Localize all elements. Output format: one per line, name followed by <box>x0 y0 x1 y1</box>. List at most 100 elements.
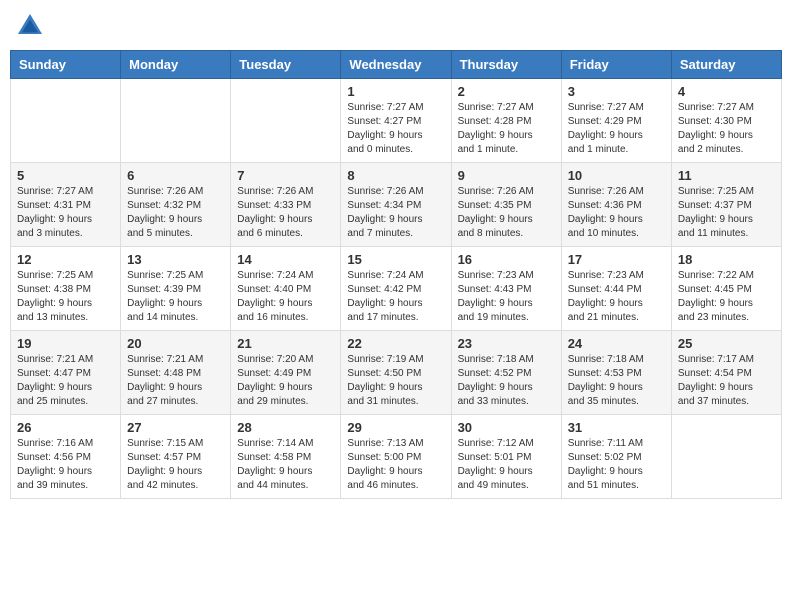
calendar-cell: 1Sunrise: 7:27 AM Sunset: 4:27 PM Daylig… <box>341 79 451 163</box>
day-number: 18 <box>678 252 775 267</box>
day-number: 27 <box>127 420 224 435</box>
day-number: 4 <box>678 84 775 99</box>
day-number: 10 <box>568 168 665 183</box>
weekday-header-wednesday: Wednesday <box>341 51 451 79</box>
calendar-cell: 31 Sunrise: 7:11 AM Sunset: 5:02 PM Dayli… <box>561 415 671 499</box>
logo <box>14 10 50 42</box>
day-number: 12 <box>17 252 114 267</box>
calendar-week-1: 1Sunrise: 7:27 AM Sunset: 4:27 PM Daylig… <box>11 79 782 163</box>
day-info: Sunrise: 7:27 AM Sunset: 4:29 PM Dayligh… <box>568 101 665 157</box>
day-info: Sunrise: 7:24 AM Sunset: 4:40 PM Dayligh… <box>237 269 334 325</box>
day-info: Sunrise: 7:26 AM Sunset: 4:36 PM Dayligh… <box>568 185 665 241</box>
day-number: 17 <box>568 252 665 267</box>
day-info: Sunrise: 7:26 AM Sunset: 4:34 PM Dayligh… <box>347 185 444 241</box>
day-number: 24 <box>568 336 665 351</box>
calendar-week-2: 5 Sunrise: 7:27 AM Sunset: 4:31 PM Daylig… <box>11 163 782 247</box>
calendar-cell: 25 Sunrise: 7:17 AM Sunset: 4:54 PM Dayli… <box>671 331 781 415</box>
calendar-cell: 8Sunrise: 7:26 AM Sunset: 4:34 PM Daylig… <box>341 163 451 247</box>
calendar-cell: 18 Sunrise: 7:22 AM Sunset: 4:45 PM Dayli… <box>671 247 781 331</box>
calendar-cell: 26Sunrise: 7:16 AM Sunset: 4:56 PM Dayli… <box>11 415 121 499</box>
day-number: 19 <box>17 336 114 351</box>
calendar-cell: 13 Sunrise: 7:25 AM Sunset: 4:39 PM Dayli… <box>121 247 231 331</box>
day-info: Sunrise: 7:17 AM Sunset: 4:54 PM Dayligh… <box>678 353 775 409</box>
day-info: Sunrise: 7:27 AM Sunset: 4:27 PM Dayligh… <box>347 101 444 157</box>
day-number: 30 <box>458 420 555 435</box>
day-info: Sunrise: 7:14 AM Sunset: 4:58 PM Dayligh… <box>237 437 334 493</box>
day-number: 7 <box>237 168 334 183</box>
day-number: 5 <box>17 168 114 183</box>
day-info: Sunrise: 7:25 AM Sunset: 4:39 PM Dayligh… <box>127 269 224 325</box>
weekday-header-row: SundayMondayTuesdayWednesdayThursdayFrid… <box>11 51 782 79</box>
calendar-cell: 24 Sunrise: 7:18 AM Sunset: 4:53 PM Dayli… <box>561 331 671 415</box>
day-number: 29 <box>347 420 444 435</box>
day-info: Sunrise: 7:27 AM Sunset: 4:31 PM Dayligh… <box>17 185 114 241</box>
day-number: 20 <box>127 336 224 351</box>
day-number: 14 <box>237 252 334 267</box>
weekday-header-saturday: Saturday <box>671 51 781 79</box>
calendar-cell: 15 Sunrise: 7:24 AM Sunset: 4:42 PM Dayli… <box>341 247 451 331</box>
calendar-cell: 10 Sunrise: 7:26 AM Sunset: 4:36 PM Dayli… <box>561 163 671 247</box>
day-info: Sunrise: 7:23 AM Sunset: 4:43 PM Dayligh… <box>458 269 555 325</box>
day-number: 25 <box>678 336 775 351</box>
day-info: Sunrise: 7:18 AM Sunset: 4:52 PM Dayligh… <box>458 353 555 409</box>
day-info: Sunrise: 7:27 AM Sunset: 4:30 PM Dayligh… <box>678 101 775 157</box>
calendar-cell: 11 Sunrise: 7:25 AM Sunset: 4:37 PM Dayli… <box>671 163 781 247</box>
day-info: Sunrise: 7:26 AM Sunset: 4:35 PM Dayligh… <box>458 185 555 241</box>
day-info: Sunrise: 7:19 AM Sunset: 4:50 PM Dayligh… <box>347 353 444 409</box>
calendar-cell: 5 Sunrise: 7:27 AM Sunset: 4:31 PM Daylig… <box>11 163 121 247</box>
day-info: Sunrise: 7:25 AM Sunset: 4:37 PM Dayligh… <box>678 185 775 241</box>
calendar-cell <box>121 79 231 163</box>
day-number: 23 <box>458 336 555 351</box>
day-number: 2 <box>458 84 555 99</box>
day-info: Sunrise: 7:27 AM Sunset: 4:28 PM Dayligh… <box>458 101 555 157</box>
day-info: Sunrise: 7:24 AM Sunset: 4:42 PM Dayligh… <box>347 269 444 325</box>
calendar-cell: 14 Sunrise: 7:24 AM Sunset: 4:40 PM Dayli… <box>231 247 341 331</box>
calendar-cell <box>11 79 121 163</box>
day-info: Sunrise: 7:22 AM Sunset: 4:45 PM Dayligh… <box>678 269 775 325</box>
day-info: Sunrise: 7:20 AM Sunset: 4:49 PM Dayligh… <box>237 353 334 409</box>
day-number: 16 <box>458 252 555 267</box>
calendar-cell: 23 Sunrise: 7:18 AM Sunset: 4:52 PM Dayli… <box>451 331 561 415</box>
day-number: 22 <box>347 336 444 351</box>
day-number: 13 <box>127 252 224 267</box>
weekday-header-monday: Monday <box>121 51 231 79</box>
logo-icon <box>14 10 46 42</box>
calendar-cell: 21 Sunrise: 7:20 AM Sunset: 4:49 PM Dayli… <box>231 331 341 415</box>
day-number: 26 <box>17 420 114 435</box>
calendar-cell: 9 Sunrise: 7:26 AM Sunset: 4:35 PM Daylig… <box>451 163 561 247</box>
calendar-week-4: 19 Sunrise: 7:21 AM Sunset: 4:47 PM Dayli… <box>11 331 782 415</box>
weekday-header-tuesday: Tuesday <box>231 51 341 79</box>
calendar-cell <box>671 415 781 499</box>
day-number: 11 <box>678 168 775 183</box>
day-number: 15 <box>347 252 444 267</box>
day-info: Sunrise: 7:25 AM Sunset: 4:38 PM Dayligh… <box>17 269 114 325</box>
calendar-cell: 30 Sunrise: 7:12 AM Sunset: 5:01 PM Dayli… <box>451 415 561 499</box>
day-number: 6 <box>127 168 224 183</box>
day-info: Sunrise: 7:18 AM Sunset: 4:53 PM Dayligh… <box>568 353 665 409</box>
calendar-cell: 6 Sunrise: 7:26 AM Sunset: 4:32 PM Daylig… <box>121 163 231 247</box>
calendar-cell: 17Sunrise: 7:23 AM Sunset: 4:44 PM Dayli… <box>561 247 671 331</box>
calendar-cell <box>231 79 341 163</box>
day-number: 28 <box>237 420 334 435</box>
calendar-cell: 20 Sunrise: 7:21 AM Sunset: 4:48 PM Dayli… <box>121 331 231 415</box>
weekday-header-sunday: Sunday <box>11 51 121 79</box>
calendar-table: SundayMondayTuesdayWednesdayThursdayFrid… <box>10 50 782 499</box>
day-info: Sunrise: 7:26 AM Sunset: 4:32 PM Dayligh… <box>127 185 224 241</box>
day-info: Sunrise: 7:21 AM Sunset: 4:48 PM Dayligh… <box>127 353 224 409</box>
day-number: 21 <box>237 336 334 351</box>
calendar-cell: 16 Sunrise: 7:23 AM Sunset: 4:43 PM Dayli… <box>451 247 561 331</box>
calendar-cell: 7Sunrise: 7:26 AM Sunset: 4:33 PM Daylig… <box>231 163 341 247</box>
day-number: 3 <box>568 84 665 99</box>
day-info: Sunrise: 7:12 AM Sunset: 5:01 PM Dayligh… <box>458 437 555 493</box>
day-number: 31 <box>568 420 665 435</box>
calendar-cell: 28 Sunrise: 7:14 AM Sunset: 4:58 PM Dayli… <box>231 415 341 499</box>
calendar-cell: 19 Sunrise: 7:21 AM Sunset: 4:47 PM Dayli… <box>11 331 121 415</box>
day-info: Sunrise: 7:21 AM Sunset: 4:47 PM Dayligh… <box>17 353 114 409</box>
day-info: Sunrise: 7:15 AM Sunset: 4:57 PM Dayligh… <box>127 437 224 493</box>
calendar-cell: 27 Sunrise: 7:15 AM Sunset: 4:57 PM Dayli… <box>121 415 231 499</box>
day-number: 9 <box>458 168 555 183</box>
calendar-cell: 4 Sunrise: 7:27 AM Sunset: 4:30 PM Daylig… <box>671 79 781 163</box>
calendar-cell: 22 Sunrise: 7:19 AM Sunset: 4:50 PM Dayli… <box>341 331 451 415</box>
day-info: Sunrise: 7:13 AM Sunset: 5:00 PM Dayligh… <box>347 437 444 493</box>
day-info: Sunrise: 7:11 AM Sunset: 5:02 PM Dayligh… <box>568 437 665 493</box>
